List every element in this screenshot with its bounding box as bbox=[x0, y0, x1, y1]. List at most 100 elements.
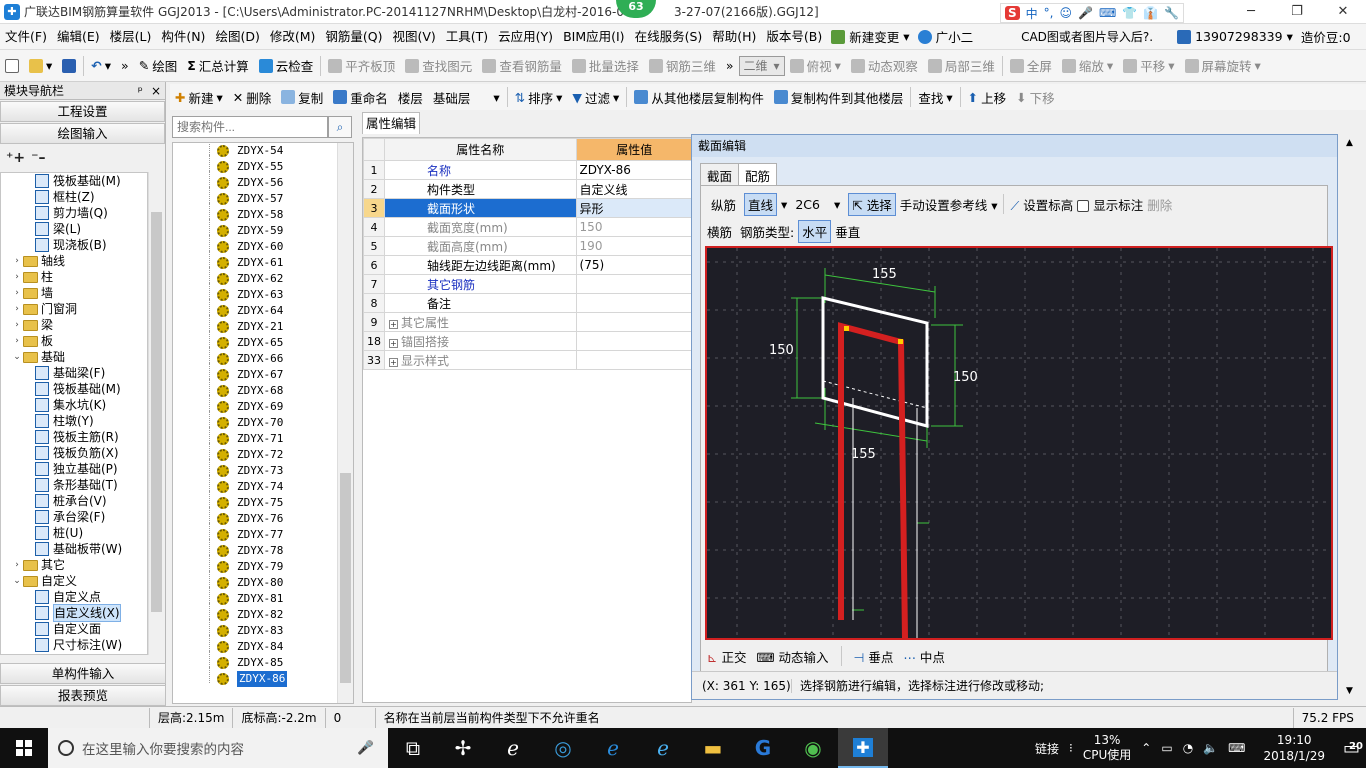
component-list-item[interactable]: ZDYX-83 bbox=[173, 619, 353, 639]
tray-link[interactable]: 链接 bbox=[1035, 740, 1059, 757]
component-list-item[interactable]: ZDYX-77 bbox=[173, 523, 353, 543]
scroll-up-icon[interactable]: ▲ bbox=[1346, 138, 1353, 148]
drawing-input-button[interactable]: 绘图输入 bbox=[0, 123, 165, 144]
property-value-cell[interactable] bbox=[575, 331, 694, 351]
property-row[interactable]: 4 截面宽度(mm) 150 bbox=[363, 217, 694, 237]
property-row[interactable]: 1 名称 ZDYX-86 bbox=[363, 160, 694, 180]
component-list-item[interactable]: ZDYX-73 bbox=[173, 459, 353, 479]
nav-tree-item[interactable]: 剪力墙(Q) bbox=[1, 205, 147, 221]
taskbar-app-360[interactable]: ◎ bbox=[538, 728, 588, 768]
dynamic-input-button[interactable]: ⌨ 动态输入 bbox=[756, 647, 828, 666]
menu-modify[interactable]: 修改(M) bbox=[265, 24, 321, 50]
ime-toolbar[interactable]: S 中 °, ☺ 🎤 ⌨ 👕 👔 🔧 bbox=[1000, 3, 1185, 23]
nav-tree-item[interactable]: 基础板带(W) bbox=[1, 541, 147, 557]
ime-emoji-icon[interactable]: ☺ bbox=[1060, 6, 1073, 20]
close-icon[interactable]: × bbox=[151, 84, 161, 98]
filter-button[interactable]: ▼ 过滤 ▾ bbox=[567, 88, 624, 107]
nav-tree-item[interactable]: 条形基础(T) bbox=[1, 477, 147, 493]
component-list-item[interactable]: ZDYX-65 bbox=[173, 331, 353, 351]
draw-button[interactable]: ✎ 绘图 bbox=[134, 56, 183, 75]
assistant-button[interactable]: 广小二 bbox=[914, 27, 978, 46]
delete-rebar-button[interactable]: 删除 bbox=[1147, 195, 1172, 214]
property-value-cell[interactable]: 190 bbox=[575, 236, 694, 256]
horizontal-button[interactable]: 水平 bbox=[798, 219, 832, 243]
component-list-item[interactable]: ZDYX-78 bbox=[173, 539, 353, 559]
nav-scrollbar[interactable] bbox=[148, 172, 164, 655]
component-list-item[interactable]: ZDYX-72 bbox=[173, 443, 353, 463]
restore-button[interactable]: ❐ bbox=[1274, 0, 1320, 24]
taskbar-app-glodon[interactable]: G bbox=[738, 728, 788, 768]
scroll-down-icon[interactable]: ▼ bbox=[1346, 686, 1353, 696]
perpendicular-button[interactable]: ⊣ 垂点 bbox=[854, 647, 894, 666]
nav-tree-item[interactable]: 自定义点 bbox=[1, 589, 147, 605]
clock[interactable]: 19:10 2018/1/29 bbox=[1263, 732, 1325, 764]
select-button[interactable]: ⇱ 选择 bbox=[848, 192, 896, 216]
component-list-item[interactable]: ZDYX-70 bbox=[173, 411, 353, 431]
nav-tree-item[interactable]: 基础梁(F) bbox=[1, 365, 147, 381]
property-value-cell[interactable]: 自定义线 bbox=[575, 179, 694, 199]
property-value-cell[interactable] bbox=[575, 350, 694, 370]
nav-tree-folder[interactable]: ⌄ 基础 bbox=[1, 349, 147, 365]
ime-tools-icon[interactable]: 🔧 bbox=[1164, 6, 1179, 20]
taskbar-app-green[interactable]: ◉ bbox=[788, 728, 838, 768]
component-list-item[interactable]: ZDYX-63 bbox=[173, 283, 353, 303]
move-down-button[interactable]: ⬇ 下移 bbox=[1011, 88, 1060, 107]
property-value-cell[interactable]: (75) bbox=[575, 255, 694, 275]
component-list-item[interactable]: ZDYX-66 bbox=[173, 347, 353, 367]
task-view-button[interactable]: ⧉ bbox=[388, 728, 438, 768]
find-button[interactable]: 查找 ▾ bbox=[913, 88, 957, 107]
manual-ref-button[interactable]: 手动设置参考线 ▾ bbox=[900, 195, 998, 214]
expand-toggle-icon[interactable]: › bbox=[11, 253, 23, 269]
dynamic-view-button[interactable]: 动态观察 bbox=[846, 56, 923, 75]
dim-label-right[interactable]: 150 bbox=[953, 370, 978, 385]
taskbar-app-ie[interactable]: ℯ bbox=[488, 728, 538, 768]
expand-plus-icon[interactable]: + bbox=[389, 319, 398, 329]
dim-label-bottom[interactable]: 155 bbox=[851, 447, 876, 462]
save-button[interactable] bbox=[57, 58, 81, 73]
component-list-item[interactable]: ZDYX-60 bbox=[173, 235, 353, 255]
expand-plus-icon[interactable]: + bbox=[389, 338, 398, 348]
project-settings-button[interactable]: 工程设置 bbox=[0, 101, 165, 122]
tray-wifi-icon[interactable]: ◔ bbox=[1183, 741, 1193, 755]
chevron-down-icon[interactable]: ▾ bbox=[781, 197, 787, 212]
taskbar-app-ie2[interactable]: ℯ bbox=[638, 728, 688, 768]
menu-rebar-qty[interactable]: 钢筋量(Q) bbox=[320, 24, 387, 50]
expand-plus-icon[interactable]: + bbox=[389, 357, 398, 367]
set-elevation-button[interactable]: ⟋ 设置标高 bbox=[1010, 195, 1073, 214]
taskbar-app-fan[interactable]: ✢ bbox=[438, 728, 488, 768]
nav-tree-item[interactable]: 桩(U) bbox=[1, 525, 147, 541]
nav-tree-item[interactable]: 自定义面 bbox=[1, 621, 147, 637]
line-mode-button[interactable]: 直线 bbox=[744, 192, 778, 216]
copy-from-floor-button[interactable]: 从其他楼层复制构件 bbox=[629, 88, 769, 107]
beans-balance[interactable]: 造价豆:0 bbox=[1297, 27, 1355, 46]
dim-label-left[interactable]: 150 bbox=[769, 343, 794, 358]
rebar-line[interactable] bbox=[838, 322, 908, 639]
show-label-button[interactable]: 显示标注 bbox=[1077, 195, 1143, 214]
menu-edit[interactable]: 编辑(E) bbox=[52, 24, 105, 50]
close-button[interactable]: ✕ bbox=[1320, 0, 1366, 24]
component-list-item[interactable]: ZDYX-64 bbox=[173, 299, 353, 319]
open-file-button[interactable]: ▾ bbox=[24, 58, 57, 73]
nav-tree-folder[interactable]: › 柱 bbox=[1, 269, 147, 285]
search-button[interactable]: ⌕ bbox=[328, 116, 352, 138]
right-scrollbar[interactable]: ▲ ▼ bbox=[1340, 134, 1360, 700]
nav-tree-item[interactable]: 框柱(Z) bbox=[1, 189, 147, 205]
property-value-cell[interactable]: 异形 bbox=[575, 198, 694, 218]
expand-toggle-icon[interactable]: › bbox=[11, 269, 23, 285]
menu-cloud[interactable]: 云应用(Y) bbox=[493, 24, 558, 50]
rebar-node-1[interactable] bbox=[844, 326, 849, 331]
nav-tree-item[interactable]: 承台梁(F) bbox=[1, 509, 147, 525]
move-up-button[interactable]: ⬆ 上移 bbox=[963, 88, 1012, 107]
nav-tree-item[interactable]: 柱墩(Y) bbox=[1, 413, 147, 429]
longitudinal-button[interactable]: 纵筋 bbox=[707, 195, 740, 214]
nav-tree-folder[interactable]: › 板 bbox=[1, 333, 147, 349]
expand-toggle-icon[interactable]: ⌄ bbox=[11, 573, 23, 589]
nav-tree-item[interactable]: 尺寸标注(W) bbox=[1, 637, 147, 653]
copy-to-floor-button[interactable]: 复制构件到其他楼层 bbox=[769, 88, 909, 107]
nav-tree-item[interactable]: 筏板基础(M) bbox=[1, 173, 147, 189]
menu-view[interactable]: 视图(V) bbox=[387, 24, 440, 50]
component-list-item[interactable]: ZDYX-76 bbox=[173, 507, 353, 527]
undo-button[interactable]: ↶ ▾ bbox=[86, 58, 116, 73]
property-row[interactable]: 8 备注 bbox=[363, 293, 694, 313]
nav-tree-folder[interactable]: › 轴线 bbox=[1, 253, 147, 269]
